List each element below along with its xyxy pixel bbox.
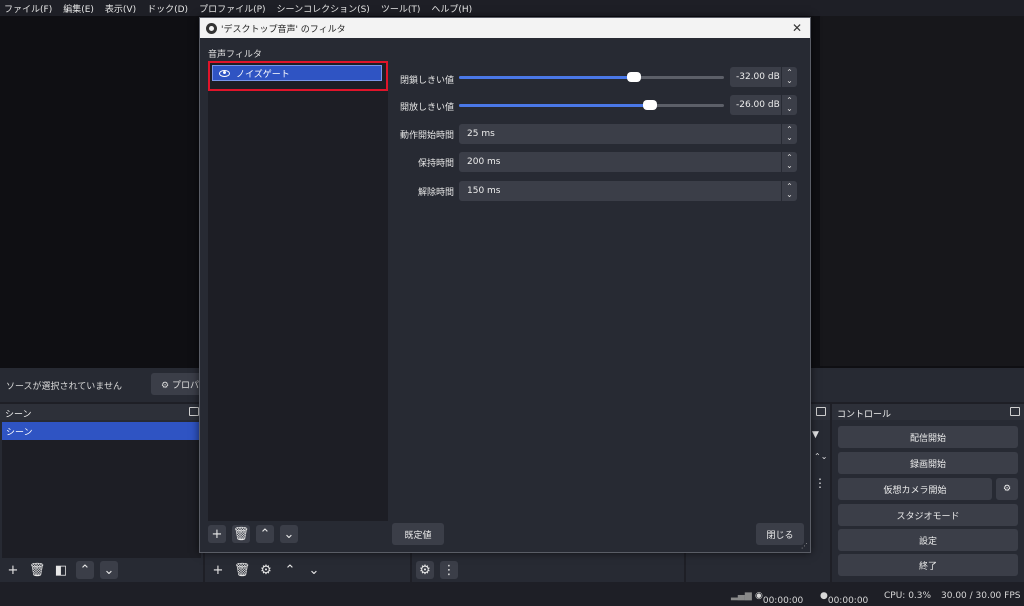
spin-arrows-icon[interactable]: ⌃⌄: [781, 152, 797, 172]
close-icon[interactable]: ✕: [792, 21, 802, 35]
undock-icon[interactable]: [1010, 407, 1020, 416]
stream-status: ◉ 00:00:00: [755, 591, 804, 606]
controls-header: コントロール: [832, 404, 1024, 420]
attack-time-label: 動作開始時間: [399, 131, 454, 141]
kebab-menu-icon[interactable]: ⋮: [814, 476, 826, 490]
filter-list-toolbar: + 🗑 ⌃ ⌄: [208, 525, 298, 543]
selection-highlight: [208, 61, 388, 91]
chevron-up-icon[interactable]: ⌃: [76, 561, 94, 579]
menu-edit[interactable]: 編集(E): [63, 2, 94, 15]
sources-toolbar: + 🗑 ⚙ ⌃ ⌄: [205, 558, 410, 582]
spin-arrows-icon[interactable]: ⌃⌄: [781, 67, 797, 87]
open-threshold-value: -26.00 dB: [736, 100, 780, 110]
no-source-label: ソースが選択されていません: [6, 382, 123, 392]
menu-profile[interactable]: プロファイル(P): [199, 2, 265, 15]
filter-list: ノイズゲート: [208, 61, 388, 521]
scenes-dock: シーン シーン + 🗑 ◧ ⌃ ⌄: [0, 404, 203, 582]
obs-logo-icon: [206, 22, 217, 34]
record-status: ● 00:00:00: [820, 591, 869, 606]
controls-title: コントロール: [837, 410, 892, 420]
stream-time: 00:00:00: [762, 596, 804, 606]
settings-button[interactable]: 設定: [838, 529, 1018, 551]
fps-readout: 30.00 / 30.00 FPS: [941, 591, 1021, 601]
start-streaming-button[interactable]: 配信開始: [838, 426, 1018, 448]
slider-fill: [459, 104, 650, 107]
add-icon[interactable]: +: [209, 561, 227, 579]
trash-icon[interactable]: 🗑: [233, 561, 251, 579]
close-button[interactable]: 閉じる: [756, 523, 804, 545]
menu-tools[interactable]: ツール(T): [381, 2, 421, 15]
spin-arrows-icon[interactable]: ⌃⌄: [781, 181, 797, 201]
open-threshold-slider[interactable]: [459, 100, 724, 110]
move-down-chevron-icon[interactable]: ⌄: [280, 525, 298, 543]
scenes-list: シーン: [2, 422, 201, 558]
slider-handle[interactable]: [642, 100, 657, 110]
cpu-usage: CPU: 0.3%: [884, 591, 932, 601]
slider-handle[interactable]: [626, 72, 641, 82]
status-bar: ▂▄▆ ◉ 00:00:00 ● 00:00:00 CPU: 0.3% 30.0…: [0, 586, 1024, 606]
hold-time-spinbox[interactable]: 200 ms ⌃ ⌄: [459, 152, 797, 172]
advanced-audio-gear-icon[interactable]: ⚙: [416, 561, 434, 579]
audio-filters-label: 音声フィルタ: [208, 50, 262, 60]
remove-filter-trash-icon[interactable]: 🗑: [232, 525, 250, 543]
menu-file[interactable]: ファイル(F): [4, 2, 52, 15]
menu-bar: ファイル(F) 編集(E) 表示(V) ドック(D) プロファイル(P) シーン…: [0, 0, 1024, 16]
chevron-up-icon[interactable]: ⌃: [281, 561, 299, 579]
close-threshold-value: -32.00 dB: [736, 72, 780, 82]
add-filter-icon[interactable]: +: [208, 525, 226, 543]
release-time-label: 解除時間: [417, 188, 454, 198]
network-bars-icon: ▂▄▆: [731, 591, 752, 601]
defaults-button[interactable]: 既定値: [392, 523, 444, 545]
virtual-camera-gear-icon[interactable]: ⚙: [996, 478, 1018, 500]
open-threshold-label: 開放しきい値: [399, 103, 454, 113]
hold-time-value: 200 ms: [467, 157, 501, 167]
attack-time-spinbox[interactable]: 25 ms ⌃ ⌄: [459, 124, 797, 144]
menu-view[interactable]: 表示(V): [105, 2, 136, 15]
move-up-chevron-icon[interactable]: ⌃: [256, 525, 274, 543]
close-threshold-label: 閉鎖しきい値: [399, 76, 454, 86]
attack-time-value: 25 ms: [467, 129, 495, 139]
start-recording-button[interactable]: 録画開始: [838, 452, 1018, 474]
scene-item[interactable]: シーン: [2, 422, 201, 440]
undock-icon[interactable]: [816, 407, 826, 416]
spin-arrows-icon[interactable]: ⌃⌄: [814, 452, 827, 461]
gear-icon[interactable]: ⚙: [257, 561, 275, 579]
record-time: 00:00:00: [827, 596, 869, 606]
release-time-spinbox[interactable]: 150 ms ⌃ ⌄: [459, 181, 797, 201]
spin-arrows-icon[interactable]: ⌃⌄: [781, 95, 797, 115]
controls-dock: コントロール 配信開始 録画開始 仮想カメラ開始 ⚙ スタジオモード 設定 終了: [832, 404, 1024, 582]
release-time-value: 150 ms: [467, 186, 501, 196]
studio-mode-button[interactable]: スタジオモード: [838, 504, 1018, 526]
hold-time-label: 保持時間: [417, 159, 454, 169]
chevron-down-icon[interactable]: ⌄: [100, 561, 118, 579]
add-icon[interactable]: +: [4, 561, 22, 579]
start-virtual-camera-button[interactable]: 仮想カメラ開始: [838, 478, 992, 500]
resize-grip-icon[interactable]: ⋰: [801, 542, 808, 550]
close-threshold-spinbox[interactable]: -32.00 dB ⌃ ⌄: [730, 67, 797, 87]
close-threshold-slider[interactable]: [459, 72, 724, 82]
spin-arrows-icon[interactable]: ⌃⌄: [781, 124, 797, 144]
scenes-header: シーン: [0, 404, 203, 420]
chevron-down-icon[interactable]: ⌄: [305, 561, 323, 579]
preview-side: [820, 16, 1024, 366]
open-threshold-spinbox[interactable]: -26.00 dB ⌃ ⌄: [730, 95, 797, 115]
dialog-title-bar: 'デスクトップ音声' のフィルタ ✕: [200, 18, 810, 38]
menu-docks[interactable]: ドック(D): [147, 2, 188, 15]
undock-icon[interactable]: [189, 407, 199, 416]
dropdown-arrow-icon[interactable]: ▼: [812, 430, 819, 440]
filters-icon[interactable]: ◧: [52, 561, 70, 579]
kebab-menu-icon[interactable]: ⋮: [440, 561, 458, 579]
menu-scene-collection[interactable]: シーンコレクション(S): [277, 2, 370, 15]
exit-button[interactable]: 終了: [838, 554, 1018, 576]
scenes-title: シーン: [5, 410, 32, 420]
slider-fill: [459, 76, 634, 79]
trash-icon[interactable]: 🗑: [28, 561, 46, 579]
filters-dialog: 'デスクトップ音声' のフィルタ ✕ 音声フィルタ ノイズゲート 閉鎖しきい値 …: [199, 17, 811, 553]
scenes-toolbar: + 🗑 ◧ ⌃ ⌄: [0, 558, 203, 582]
mixer-toolbar: ⚙ ⋮: [412, 558, 684, 582]
dialog-title: 'デスクトップ音声' のフィルタ: [221, 24, 346, 35]
menu-help[interactable]: ヘルプ(H): [431, 2, 472, 15]
